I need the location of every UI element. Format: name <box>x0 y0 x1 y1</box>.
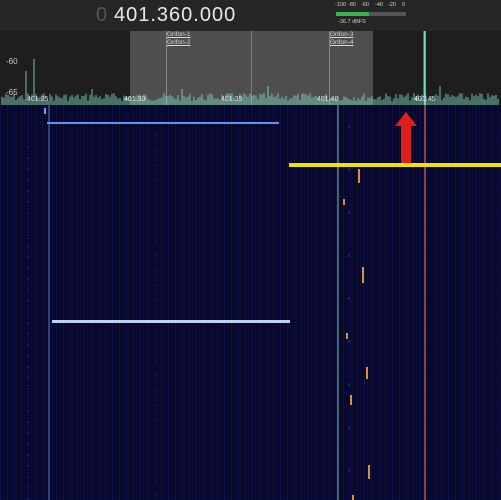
red-arrow-up-icon <box>395 112 417 163</box>
waterfall-short-burst <box>350 395 352 405</box>
waterfall-short-burst <box>368 465 370 479</box>
meter-scale-label: -100 <box>335 2 347 8</box>
meter-track <box>336 12 406 16</box>
waterfall-signals <box>27 105 501 500</box>
meter-scale-label: 0 <box>402 2 406 8</box>
frequency-display[interactable]: 401.360.000 <box>114 4 236 27</box>
freq-tick-label: 401.30 <box>124 96 146 103</box>
meter-readout: -36.7 dBFS <box>338 19 366 25</box>
waterfall-burst <box>52 320 290 323</box>
spectrum-panel[interactable]: Grifon-1 Grifon-2 Grifon-3 Grifon-4 -60 … <box>0 31 501 105</box>
waterfall-short-burst <box>362 267 364 283</box>
spectrum-trace <box>1 31 499 105</box>
meter-scale-label: -80 <box>348 2 356 8</box>
waterfall-short-burst <box>346 333 348 339</box>
db-label: -65 <box>6 88 18 97</box>
waterfall-short-burst <box>366 367 368 379</box>
waterfall-short-burst <box>352 495 354 500</box>
waterfall-burst <box>44 108 46 114</box>
waterfall-short-burst <box>343 199 345 205</box>
waterfall-display[interactable] <box>0 105 501 500</box>
waterfall-burst <box>47 122 279 124</box>
freq-tick-label: 401.40 <box>317 96 339 103</box>
meter-scale-label: -20 <box>388 2 396 8</box>
freq-tick-label: 401.35 <box>221 96 243 103</box>
freq-tick-label: 401.45 <box>414 96 436 103</box>
meter-scale-label: -40 <box>375 2 383 8</box>
freq-tick-label: 401.25 <box>27 96 49 103</box>
frequency-bar: 0 401.360.000 -100 -80 -60 -40 -20 0 -36… <box>0 0 501 31</box>
frequency-prefix-digit[interactable]: 0 <box>96 4 107 27</box>
meter-fill <box>336 12 369 16</box>
signal-level-meter: -100 -80 -60 -40 -20 0 -36.7 dBFS <box>334 2 408 29</box>
db-label: -60 <box>6 57 18 66</box>
waterfall-short-burst <box>358 169 360 183</box>
waterfall-strong-carrier <box>289 163 501 167</box>
meter-scale-label: -60 <box>361 2 369 8</box>
